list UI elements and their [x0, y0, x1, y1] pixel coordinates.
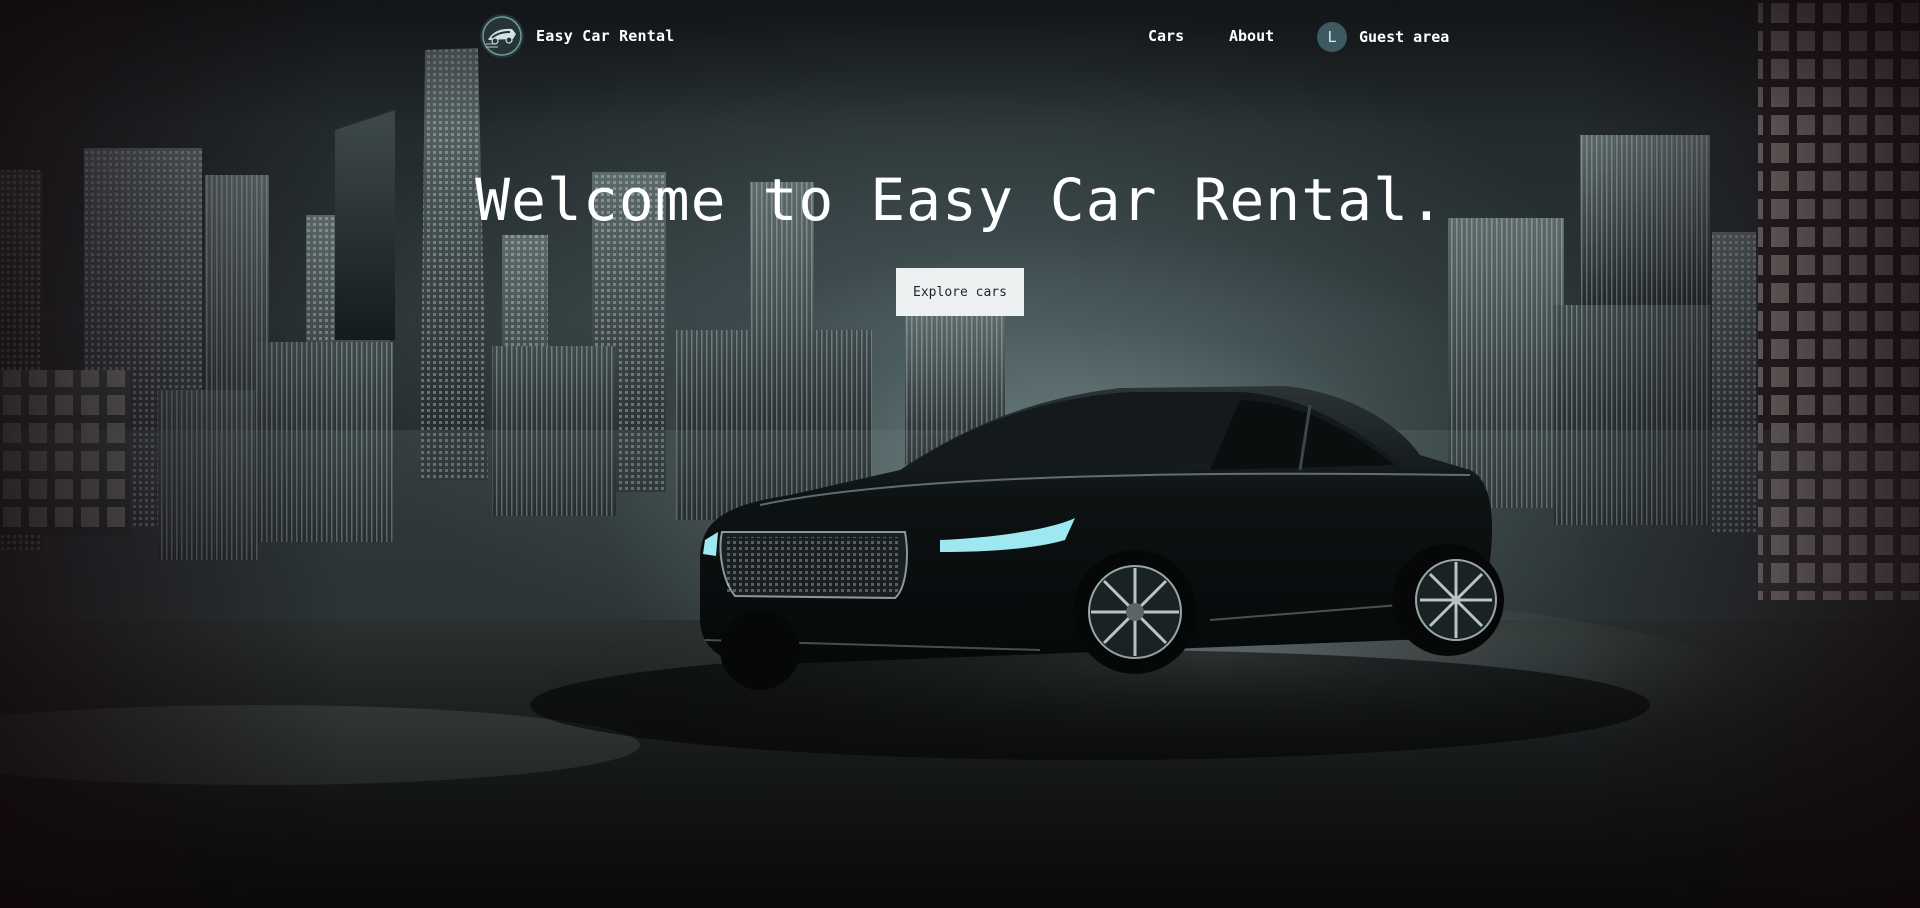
nav-link-about[interactable]: About — [1229, 27, 1274, 45]
guest-area-link[interactable]: L Guest area — [1317, 22, 1449, 52]
brand-name: Easy Car Rental — [536, 27, 675, 45]
avatar: L — [1317, 22, 1347, 52]
brand-home-link[interactable]: Easy Car Rental — [480, 14, 674, 58]
nav-link-cars[interactable]: Cars — [1148, 27, 1184, 45]
hero-background-image — [0, 0, 1920, 908]
hero-section: Easy Car Rental Cars About L Guest area … — [0, 0, 1920, 908]
top-navigation: Easy Car Rental Cars About L Guest area — [0, 0, 1920, 74]
explore-cars-button[interactable]: Explore cars — [896, 268, 1024, 316]
car-logo-icon — [480, 14, 524, 58]
hero-title: Welcome to Easy Car Rental. — [475, 166, 1445, 234]
guest-area-label: Guest area — [1359, 28, 1450, 46]
